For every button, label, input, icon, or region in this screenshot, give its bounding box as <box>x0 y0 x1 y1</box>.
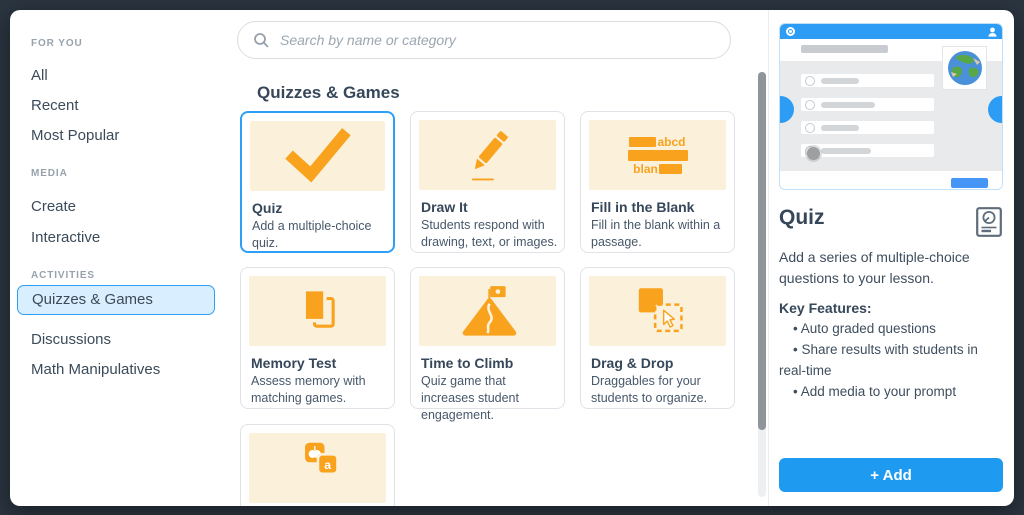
sidebar-item-all[interactable]: All <box>31 67 48 84</box>
search-icon <box>253 32 269 48</box>
scrollbar-track[interactable] <box>758 72 766 497</box>
sidebar-item-most-popular[interactable]: Most Popular <box>31 127 119 144</box>
preview-globe-image <box>942 46 987 90</box>
section-label-for-you: FOR YOU <box>31 38 83 49</box>
card-draw-it[interactable]: Draw It Students respond with drawing, t… <box>410 111 565 253</box>
sidebar-item-recent[interactable]: Recent <box>31 97 79 114</box>
detail-title: Quiz <box>779 206 825 230</box>
preview-submit-placeholder <box>951 178 988 188</box>
key-features-list: Auto graded questions Share results with… <box>779 318 1003 402</box>
preview-answer-row <box>801 74 934 87</box>
panel-divider <box>768 10 769 506</box>
quiz-preview: ‹ › <box>779 23 1003 190</box>
svg-text:a: a <box>324 458 331 472</box>
card-memory-test-image <box>249 276 386 346</box>
brand-logo-icon <box>786 27 795 36</box>
feature-item: Add media to your prompt <box>779 381 1003 402</box>
card-matching-pairs-partial[interactable]: a <box>240 424 395 506</box>
mountain-flag-icon <box>455 282 521 340</box>
section-label-activities: ACTIVITIES <box>31 270 95 281</box>
add-activity-dialog: FOR YOU All Recent Most Popular MEDIA Cr… <box>10 10 1014 506</box>
sidebar-item-create[interactable]: Create <box>31 198 76 215</box>
drag-drop-icon <box>626 283 690 339</box>
fill-in-the-blank-icon: abcd blan <box>628 137 688 174</box>
card-fill-in-the-blank[interactable]: abcd blan Fill in the Blank Fill in the … <box>580 111 735 253</box>
detail-description: Add a series of multiple-choice question… <box>779 247 1003 289</box>
preview-footer <box>780 171 1002 189</box>
key-features-heading: Key Features: <box>779 300 872 316</box>
feature-item: Auto graded questions <box>779 318 1003 339</box>
user-icon <box>988 27 997 37</box>
detail-panel: ‹ › Quiz Add a series of multiple-choice… <box>779 10 1003 506</box>
screen: FOR YOU All Recent Most Popular MEDIA Cr… <box>0 0 1024 515</box>
preview-answer-row <box>801 144 934 157</box>
card-title: Memory Test <box>251 355 336 371</box>
card-description: Students respond with drawing, text, or … <box>421 217 559 251</box>
card-draw-it-image <box>419 120 556 190</box>
card-time-to-climb[interactable]: Time to Climb Quiz game that increases s… <box>410 267 565 409</box>
preview-answer-row <box>801 98 934 111</box>
sidebar-item-math-manipulatives[interactable]: Math Manipulatives <box>31 361 160 378</box>
card-title: Time to Climb <box>421 355 513 371</box>
card-matching-pairs-image: a <box>249 433 386 503</box>
section-label-media: MEDIA <box>31 168 68 179</box>
card-description: Quiz game that increases student engagem… <box>421 373 559 424</box>
preview-question-placeholder <box>801 45 888 53</box>
card-memory-test[interactable]: Memory Test Assess memory with matching … <box>240 267 395 409</box>
card-quiz[interactable]: Quiz Add a multiple-choice quiz. <box>240 111 395 253</box>
scrollbar-thumb[interactable] <box>758 72 766 430</box>
feature-item: Share results with students in real-time <box>779 339 1003 381</box>
matching-pairs-icon: a <box>285 437 351 499</box>
sidebar-item-interactive[interactable]: Interactive <box>31 229 100 246</box>
quiz-report-icon <box>976 207 1002 237</box>
checkmark-icon <box>282 128 354 184</box>
card-title: Fill in the Blank <box>591 199 694 215</box>
sidebar-item-discussions[interactable]: Discussions <box>31 331 111 348</box>
card-title: Quiz <box>252 200 282 216</box>
search-input[interactable] <box>278 31 716 49</box>
preview-answer-row <box>801 121 934 134</box>
card-title: Draw It <box>421 199 468 215</box>
page-title: Quizzes & Games <box>257 83 400 103</box>
card-description: Assess memory with matching games. <box>251 373 389 407</box>
card-description: Fill in the blank within a passage. <box>591 217 729 251</box>
card-quiz-image <box>250 121 385 191</box>
sidebar-item-quizzes-games[interactable]: Quizzes & Games <box>17 285 215 315</box>
preview-cursor-dot <box>807 147 820 160</box>
card-title: Drag & Drop <box>591 355 673 371</box>
add-button[interactable]: + Add <box>779 458 1003 492</box>
card-drag-and-drop[interactable]: Drag & Drop Draggables for your students… <box>580 267 735 409</box>
memory-cards-icon <box>287 283 349 339</box>
card-fill-in-the-blank-image: abcd blan <box>589 120 726 190</box>
category-sidebar: FOR YOU All Recent Most Popular MEDIA Cr… <box>10 10 228 506</box>
preview-header-bar <box>780 24 1002 39</box>
card-time-to-climb-image <box>419 276 556 346</box>
pencil-icon <box>455 125 521 185</box>
search-bar <box>237 21 731 59</box>
card-drag-and-drop-image <box>589 276 726 346</box>
card-description: Add a multiple-choice quiz. <box>252 218 388 252</box>
card-description: Draggables for your students to organize… <box>591 373 729 407</box>
